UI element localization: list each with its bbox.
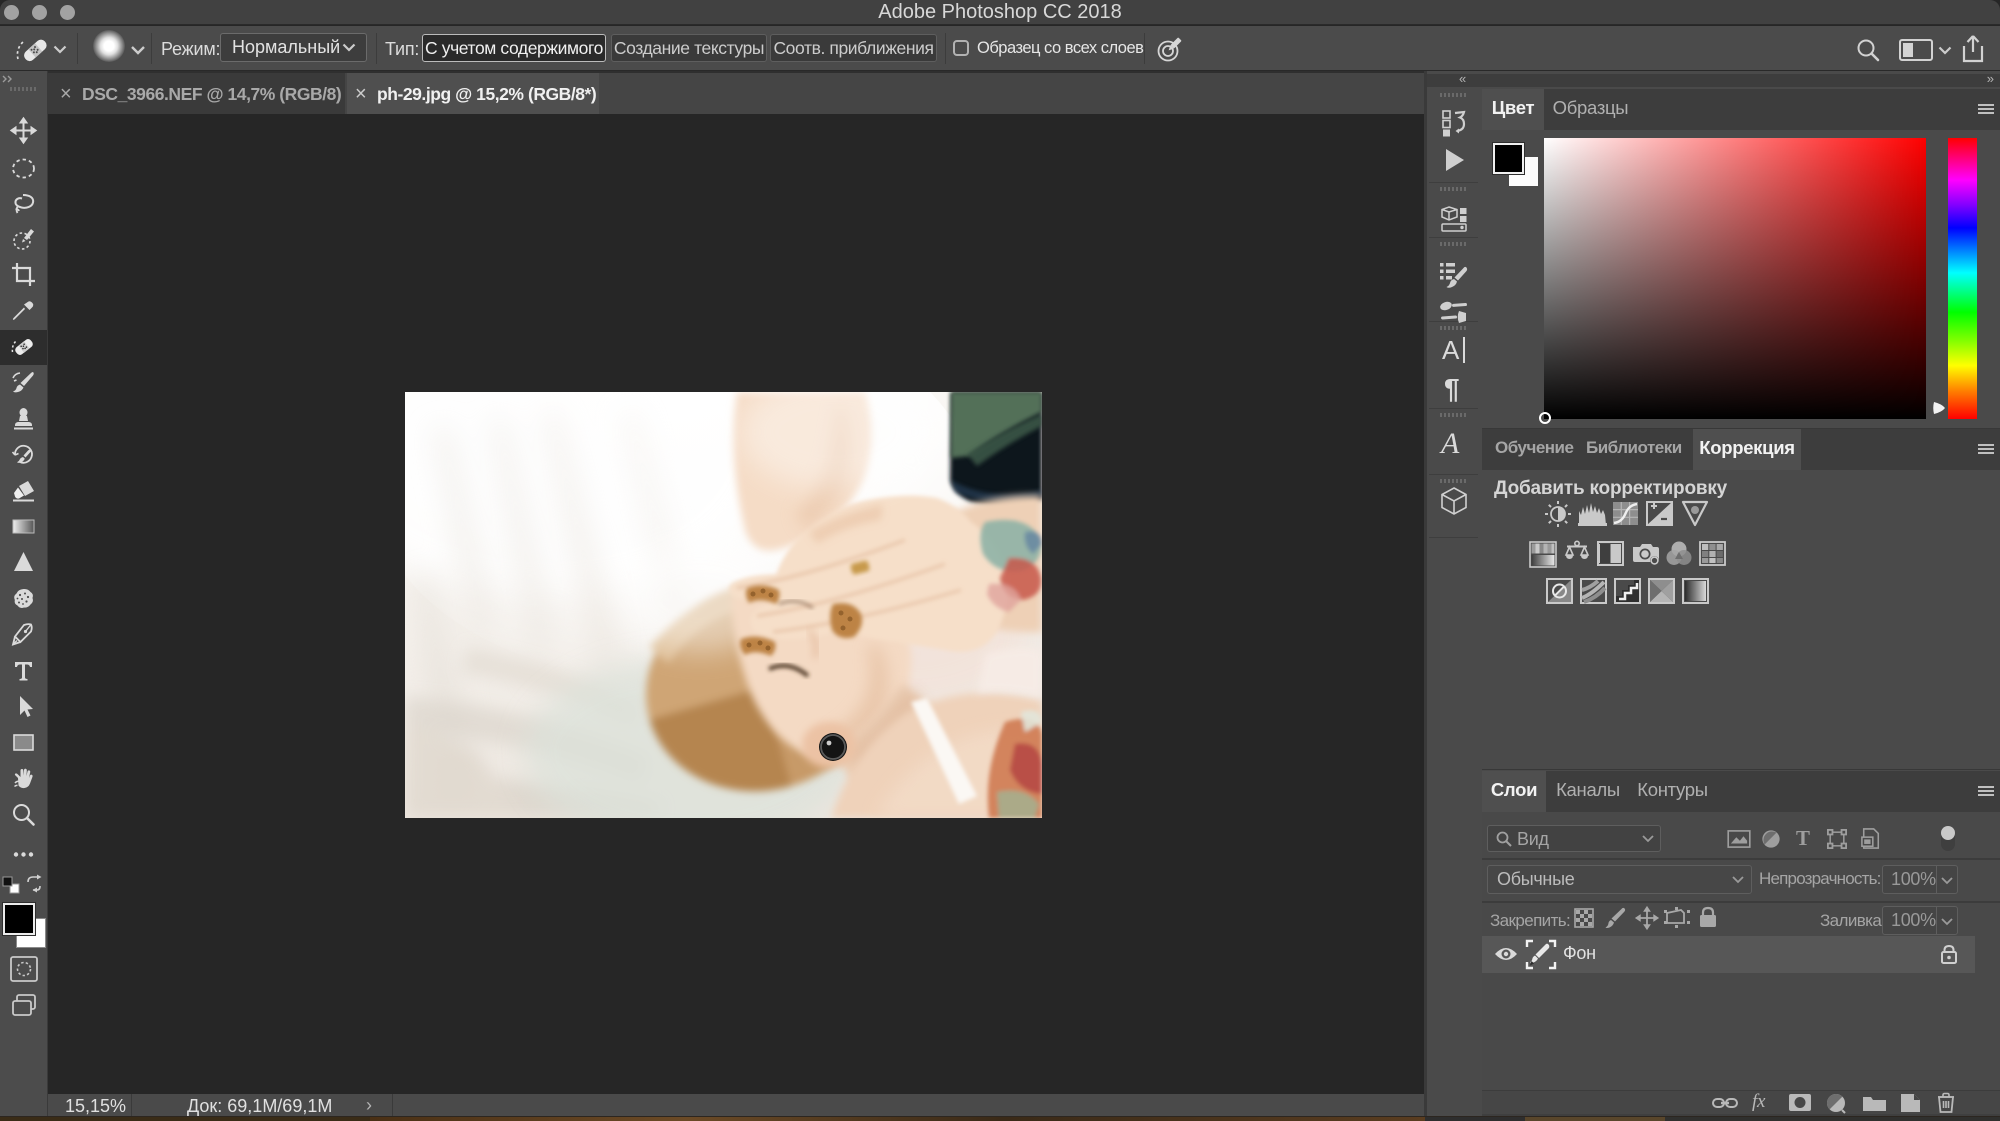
svg-text:A: A [1439,427,1460,460]
svg-text:¶: ¶ [1444,373,1460,404]
svg-text:T: T [1796,826,1810,850]
svg-text:A: A [1442,335,1460,365]
